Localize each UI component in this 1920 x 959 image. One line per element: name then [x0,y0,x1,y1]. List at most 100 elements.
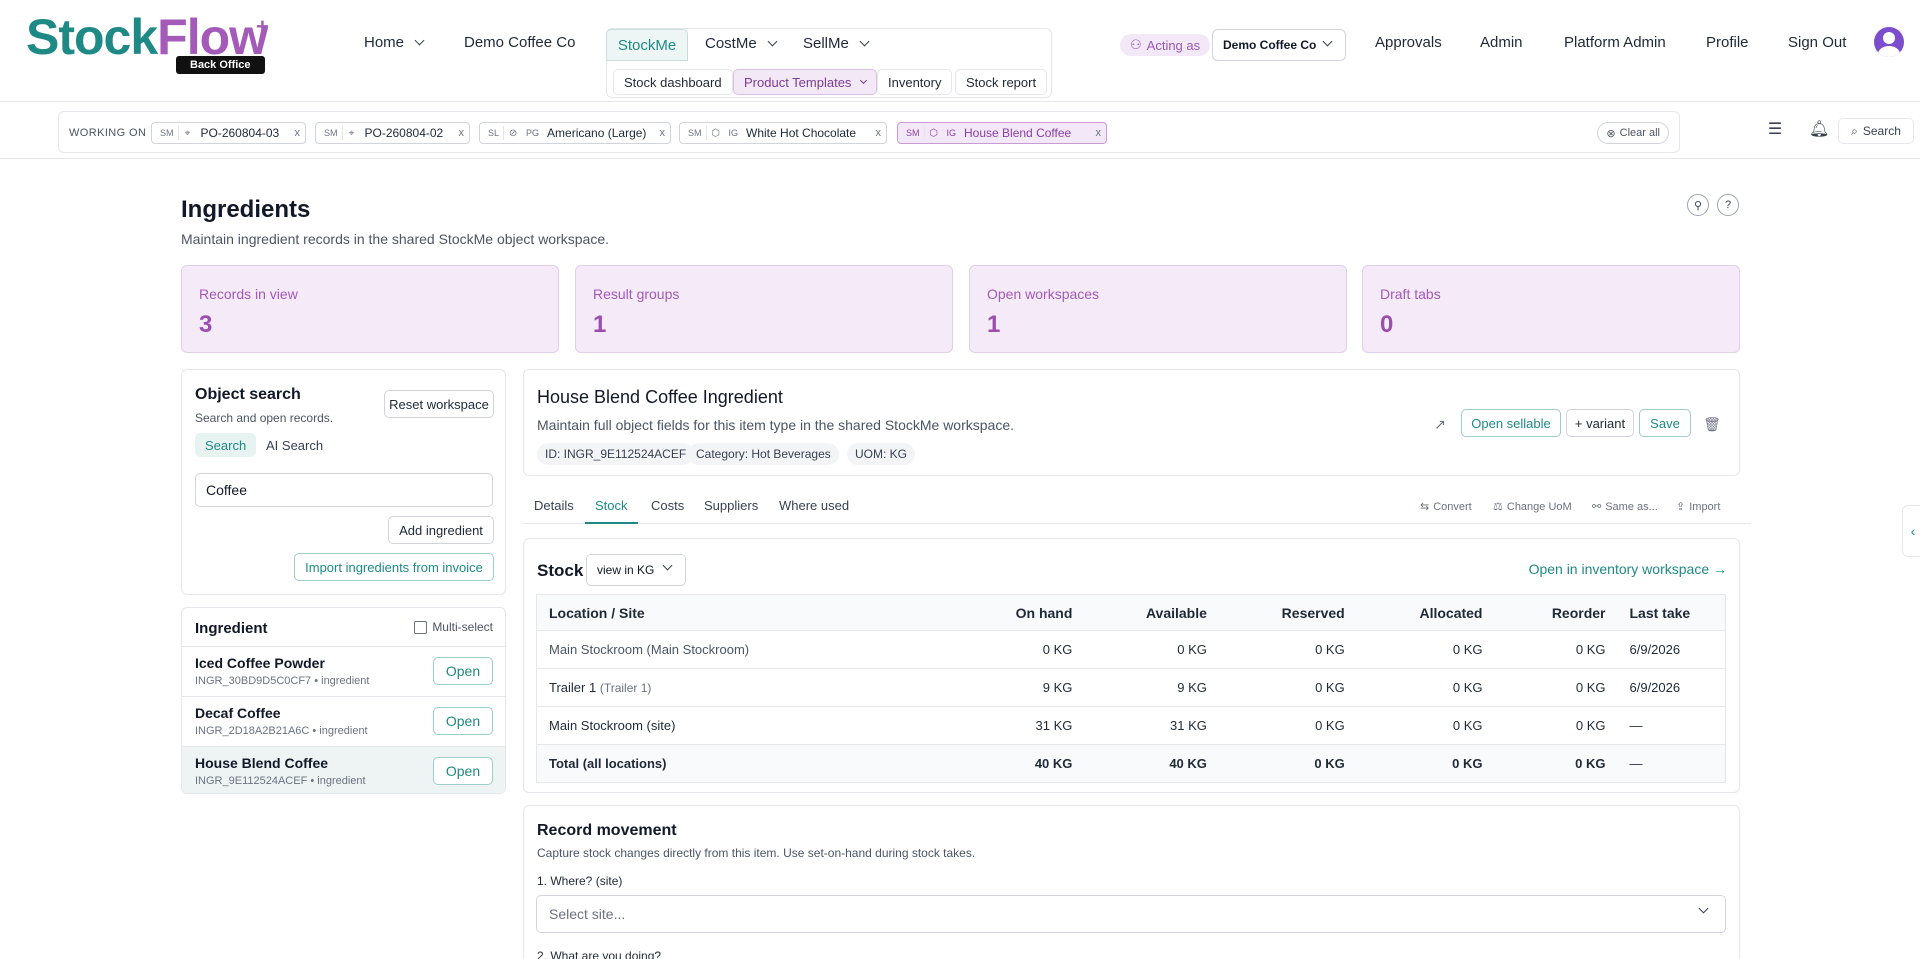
import-invoice-button[interactable]: Import ingredients from invoice [294,553,494,581]
trash-icon[interactable]: 🗑︎ [1702,414,1722,434]
nav-sellme[interactable]: SellMe [803,35,870,52]
table-row[interactable]: Trailer 1 (Trailer 1) 9 KG 9 KG 0 KG 0 K… [536,668,1726,707]
open-button[interactable]: Open [433,657,493,685]
inventory-workspace-link[interactable]: Open in inventory workspace → [1529,561,1727,577]
open-button[interactable]: Open [433,707,493,735]
sub-product-templates-label: Product Templates [744,74,852,90]
tab-details[interactable]: Details [534,498,574,524]
column-header: Reserved [1218,594,1357,631]
search-input[interactable]: Coffee [195,473,493,507]
multi-select-toggle[interactable]: Multi-select [414,620,493,634]
close-icon[interactable]: x [295,127,301,139]
add-variant-button[interactable]: + variant [1566,409,1634,437]
tab-suppliers[interactable]: Suppliers [704,498,758,524]
tab-ai-search[interactable]: AI Search [256,433,333,457]
org-select-value: Demo Coffee Co [1223,38,1317,52]
tab-search[interactable]: Search [195,433,257,457]
import-tool[interactable]: ⇪ Import [1676,500,1720,514]
location-cell[interactable]: Main Stockroom (Main Stockroom) [536,630,957,669]
tab-stock[interactable]: Stock [585,498,638,524]
close-icon[interactable]: x [660,127,666,139]
stat-label: Result groups [593,286,680,302]
external-link-icon[interactable]: ↗ [1430,414,1450,434]
convert-tool[interactable]: ⇆ Convert [1420,500,1472,514]
table-row[interactable]: Main Stockroom (site) 31 KG 31 KG 0 KG 0… [536,706,1726,745]
chevron-down-icon [662,560,673,571]
close-icon[interactable]: x [459,127,465,139]
column-header: Location / Site [536,594,957,631]
org-select[interactable]: Demo Coffee Co [1212,29,1346,61]
sub-inventory[interactable]: Inventory [877,69,953,95]
chip-text: PO-260804-03 [200,126,280,140]
sub-product-templates[interactable]: Product Templates [733,69,878,95]
site-select[interactable]: Select site... [536,895,1726,933]
pin-icon[interactable]: ⚲ [1687,194,1709,216]
chip-text: White Hot Chocolate [746,126,857,140]
logo-text-stock: Stock [26,9,158,65]
total-reorder: 0 KG [1494,744,1618,783]
working-chip[interactable]: SM ⌖ PO-260804-03 x [151,122,306,144]
sub-stock-dashboard[interactable]: Stock dashboard [613,69,733,95]
checklist-icon[interactable]: ☰ [1765,120,1785,140]
side-panel-toggle[interactable]: ‹ [1902,505,1920,557]
tab-where-used[interactable]: Where used [779,498,849,524]
nav-home[interactable]: Home [364,34,425,51]
help-icon[interactable]: ? [1717,194,1739,216]
close-icon[interactable]: x [1096,127,1102,139]
location-pin-icon: ⌖ [184,127,191,139]
save-button[interactable]: Save [1639,409,1691,437]
nav-sign-out[interactable]: Sign Out [1788,34,1846,51]
list-item[interactable]: Iced Coffee Powder INGR_30BD9D5C0CF7 • i… [182,646,505,696]
reserved-cell: 0 KG [1218,630,1357,669]
working-chip[interactable]: SM ⌖ PO-260804-02 x [315,122,470,144]
working-chip-active[interactable]: SM ⬡ IG House Blend Coffee x [897,122,1107,144]
nav-org[interactable]: Demo Coffee Co [464,34,575,51]
nav-profile[interactable]: Profile [1706,34,1749,51]
sub-stock-report[interactable]: Stock report [955,69,1048,95]
uom-view-value: view in KG [597,563,655,577]
record-movement-subtitle: Capture stock changes directly from this… [537,846,976,860]
open-sellable-button[interactable]: Open sellable [1461,409,1561,437]
reset-workspace-button[interactable]: Reset workspace [384,390,494,418]
cube-icon: ⬡ [711,127,720,139]
change-uom-tool[interactable]: ⚖ Change UoM [1493,500,1572,514]
page-title: Ingredients [181,196,311,223]
list-header: Ingredient [195,620,268,637]
global-search-button[interactable]: ⌕ Search [1838,118,1914,144]
checkbox[interactable] [414,620,428,634]
uom-view-select[interactable]: view in KG [586,554,686,586]
user-icon: ⚇ [1130,37,1142,52]
object-search-subtitle: Search and open records. [195,411,334,425]
nav-costme[interactable]: CostMe [705,35,778,52]
total-allocated: 0 KG [1356,744,1495,783]
tab-costs[interactable]: Costs [651,498,684,524]
stockflow-logo[interactable]: StockFlow + Back Office [26,12,276,78]
avatar[interactable] [1874,27,1904,57]
location-cell[interactable]: Main Stockroom (site) [536,706,957,745]
add-ingredient-button[interactable]: Add ingredient [388,516,494,544]
working-chip[interactable]: SM ⬡ IG White Hot Chocolate x [679,122,887,144]
nav-platform-admin[interactable]: Platform Admin [1564,34,1666,51]
working-chip[interactable]: SL ⊘ PG Americano (Large) x [479,122,671,144]
open-button[interactable]: Open [433,757,493,785]
clear-all-button[interactable]: ⊗ Clear all [1597,122,1669,144]
nav-admin[interactable]: Admin [1480,34,1523,51]
close-icon[interactable]: x [876,127,882,139]
list-item-selected[interactable]: House Blend Coffee INGR_9E112524ACEF • i… [182,746,505,793]
item-name: Iced Coffee Powder [195,655,325,671]
allocated-cell: 0 KG [1356,668,1495,707]
nav-approvals[interactable]: Approvals [1375,34,1442,51]
stat-card-workspaces: Open workspaces 1 [969,265,1347,353]
list-item[interactable]: Decaf Coffee INGR_2D18A2B21A6C • ingredi… [182,696,505,746]
table-total-row: Total (all locations) 40 KG 40 KG 0 KG 0… [536,744,1726,783]
chip-tag: SM [324,128,338,138]
chip-tag: SM [160,128,174,138]
chevron-down-icon [860,76,868,84]
location-cell[interactable]: Trailer 1 (Trailer 1) [536,668,957,707]
column-header: Reorder [1494,594,1618,631]
bell-icon[interactable]: 🔔︎ [1809,120,1829,140]
table-row[interactable]: Main Stockroom (Main Stockroom) 0 KG 0 K… [536,630,1726,669]
total-label: Total (all locations) [536,744,957,783]
nav-stockme[interactable]: StockMe [606,29,688,61]
same-as-tool[interactable]: ⚯ Same as... [1592,500,1658,514]
